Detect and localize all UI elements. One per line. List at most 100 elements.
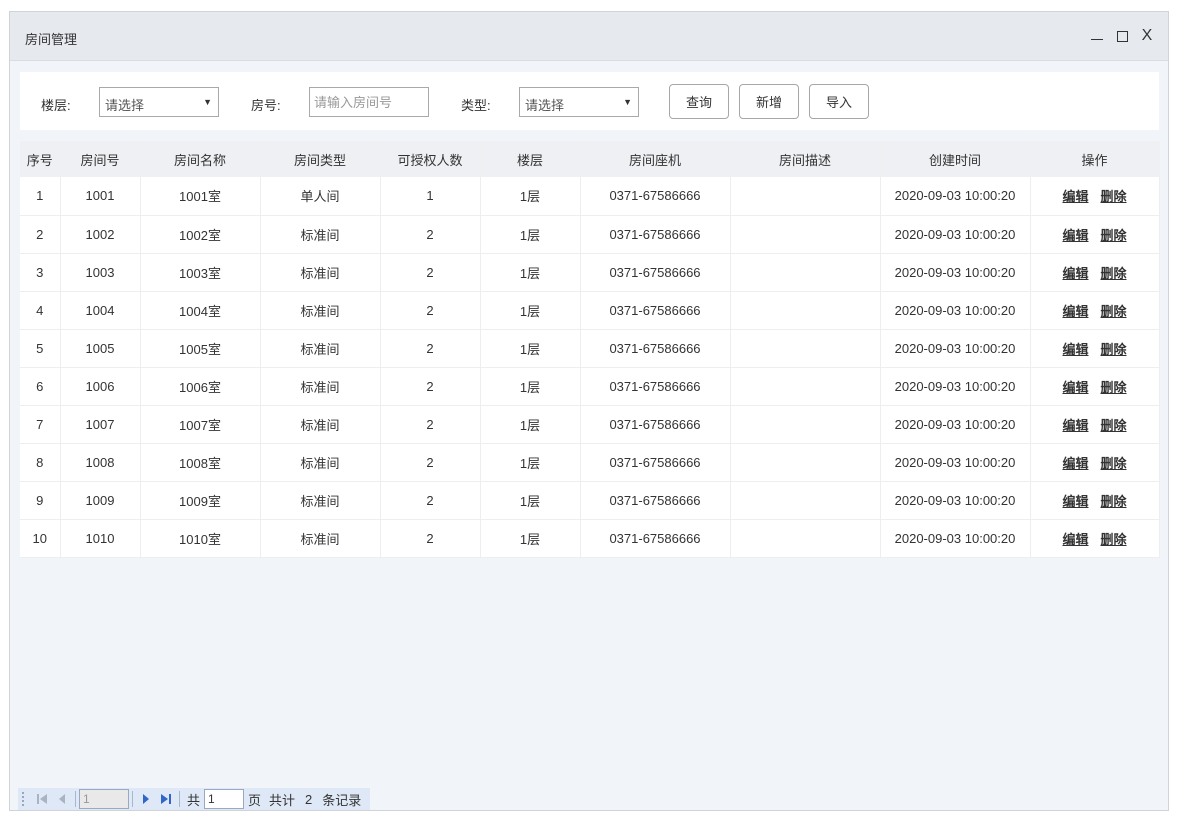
close-icon[interactable]: X: [1138, 26, 1156, 46]
total-pages-prefix: 共: [187, 792, 201, 808]
edit-link[interactable]: 编辑: [1062, 532, 1088, 547]
last-page-icon[interactable]: [156, 789, 176, 809]
column-header: 房间号: [60, 141, 141, 177]
table-row[interactable]: 10 1010 1010室 标准间 2 1层 0371-67586666 2020-09-03…: [20, 519, 1160, 558]
room-table: 序号 房间号 房间名称 房间类型 可授权人数 楼层 房间座机 房间描述 创建时间 操作 1 1001…: [20, 141, 1160, 558]
next-page-icon[interactable]: [136, 789, 156, 809]
room-type-cell: 标准间: [260, 405, 381, 444]
capacity-cell: 2: [380, 215, 481, 254]
delete-link[interactable]: 删除: [1101, 189, 1127, 204]
row-index-cell: 9: [20, 481, 61, 520]
edit-link[interactable]: 编辑: [1062, 456, 1088, 471]
type-select[interactable]: 请选择 ▼: [519, 87, 639, 117]
room-number-cell: 1007: [60, 405, 141, 444]
table-row[interactable]: 1 1001 1001室 单人间 1 1层 0371-67586666 2020-09-03 …: [20, 177, 1160, 216]
column-header: 操作: [1030, 141, 1160, 177]
edit-link[interactable]: 编辑: [1062, 494, 1088, 509]
actions-cell: 编辑 删除: [1030, 291, 1160, 330]
separator: [75, 791, 76, 807]
column-header: 可授权人数: [380, 141, 481, 177]
edit-link[interactable]: 编辑: [1062, 266, 1088, 281]
floor-select[interactable]: 请选择 ▼: [99, 87, 219, 117]
table-row[interactable]: 5 1005 1005室 标准间 2 1层 0371-67586666 2020-09-03 …: [20, 329, 1160, 368]
table-row[interactable]: 7 1007 1007室 标准间 2 1层 0371-67586666 2020-09-03 …: [20, 405, 1160, 444]
separator: [179, 791, 180, 807]
table-row[interactable]: 8 1008 1008室 标准间 2 1层 0371-67586666 2020-09-03 …: [20, 443, 1160, 482]
room-table-container: 序号 房间号 房间名称 房间类型 可授权人数 楼层 房间座机 房间描述 创建时间 操作 1 1001…: [20, 141, 1160, 558]
capacity-cell: 2: [380, 253, 481, 292]
actions-cell: 编辑 删除: [1030, 215, 1160, 254]
room-phone-cell: 0371-67586666: [580, 519, 731, 558]
maximize-icon[interactable]: [1113, 26, 1131, 46]
query-button[interactable]: 查询: [669, 84, 729, 119]
drag-grip-icon: [22, 792, 26, 806]
room-description-cell: [730, 405, 881, 444]
room-phone-cell: 0371-67586666: [580, 177, 731, 216]
created-time-cell: 2020-09-03 10:00:20: [880, 519, 1031, 558]
room-type-cell: 标准间: [260, 519, 381, 558]
title-bar: 房间管理 X: [10, 12, 1168, 61]
room-number-cell: 1010: [60, 519, 141, 558]
room-description-cell: [730, 367, 881, 406]
edit-link[interactable]: 编辑: [1062, 380, 1088, 395]
edit-link[interactable]: 编辑: [1062, 304, 1088, 319]
room-number-cell: 1001: [60, 177, 141, 216]
room-no-input[interactable]: [309, 87, 429, 117]
delete-link[interactable]: 删除: [1101, 266, 1127, 281]
import-button[interactable]: 导入: [809, 84, 869, 119]
column-header: 房间描述: [730, 141, 881, 177]
records-suffix: 条记录: [322, 792, 362, 808]
row-index-cell: 5: [20, 329, 61, 368]
floor-cell: 1层: [480, 367, 581, 406]
column-header: 序号: [20, 141, 61, 177]
capacity-cell: 1: [380, 177, 481, 216]
room-phone-cell: 0371-67586666: [580, 329, 731, 368]
created-time-cell: 2020-09-03 10:00:20: [880, 215, 1031, 254]
room-phone-cell: 0371-67586666: [580, 253, 731, 292]
room-name-cell: 1010室: [140, 519, 261, 558]
first-page-icon[interactable]: [32, 789, 52, 809]
dropdown-arrow-icon: ▼: [203, 97, 212, 107]
row-index-cell: 7: [20, 405, 61, 444]
table-row[interactable]: 9 1009 1009室 标准间 2 1层 0371-67586666 2020-09-03 …: [20, 481, 1160, 520]
delete-link[interactable]: 删除: [1101, 456, 1127, 471]
capacity-cell: 2: [380, 519, 481, 558]
delete-link[interactable]: 删除: [1101, 228, 1127, 243]
delete-link[interactable]: 删除: [1101, 494, 1127, 509]
room-description-cell: [730, 481, 881, 520]
total-records-prefix: 共计: [269, 792, 296, 808]
row-index-cell: 4: [20, 291, 61, 330]
table-body: 1 1001 1001室 单人间 1 1层 0371-67586666 2020-09-03 …: [20, 177, 1160, 558]
edit-link[interactable]: 编辑: [1062, 418, 1088, 433]
table-row[interactable]: 6 1006 1006室 标准间 2 1层 0371-67586666 2020-09-03 …: [20, 367, 1160, 406]
capacity-cell: 2: [380, 405, 481, 444]
delete-link[interactable]: 删除: [1101, 380, 1127, 395]
table-row[interactable]: 3 1003 1003室 标准间 2 1层 0371-67586666 2020-09-03 …: [20, 253, 1160, 292]
room-name-cell: 1008室: [140, 443, 261, 482]
edit-link[interactable]: 编辑: [1062, 228, 1088, 243]
total-pages-field[interactable]: [204, 789, 245, 809]
add-button[interactable]: 新增: [739, 84, 799, 119]
separator: [132, 791, 133, 807]
delete-link[interactable]: 删除: [1101, 532, 1127, 547]
capacity-cell: 2: [380, 367, 481, 406]
room-phone-cell: 0371-67586666: [580, 367, 731, 406]
table-row[interactable]: 2 1002 1002室 标准间 2 1层 0371-67586666 2020-09-03 …: [20, 215, 1160, 254]
created-time-cell: 2020-09-03 10:00:20: [880, 177, 1031, 216]
room-type-cell: 标准间: [260, 253, 381, 292]
table-row[interactable]: 4 1004 1004室 标准间 2 1层 0371-67586666 2020-09-03 …: [20, 291, 1160, 330]
room-management-window: 房间管理 X 楼层: 请选择 ▼ 房号: 类型: 请选择 ▼ 查询 新增 导入: [9, 11, 1169, 811]
capacity-cell: 2: [380, 329, 481, 368]
room-name-cell: 1002室: [140, 215, 261, 254]
edit-link[interactable]: 编辑: [1062, 342, 1088, 357]
page-number-input[interactable]: [79, 789, 129, 809]
room-name-cell: 1003室: [140, 253, 261, 292]
minimize-icon[interactable]: [1088, 26, 1106, 46]
created-time-cell: 2020-09-03 10:00:20: [880, 405, 1031, 444]
delete-link[interactable]: 删除: [1101, 304, 1127, 319]
floor-cell: 1层: [480, 481, 581, 520]
prev-page-icon[interactable]: [52, 789, 72, 809]
delete-link[interactable]: 删除: [1101, 342, 1127, 357]
edit-link[interactable]: 编辑: [1062, 189, 1088, 204]
delete-link[interactable]: 删除: [1101, 418, 1127, 433]
